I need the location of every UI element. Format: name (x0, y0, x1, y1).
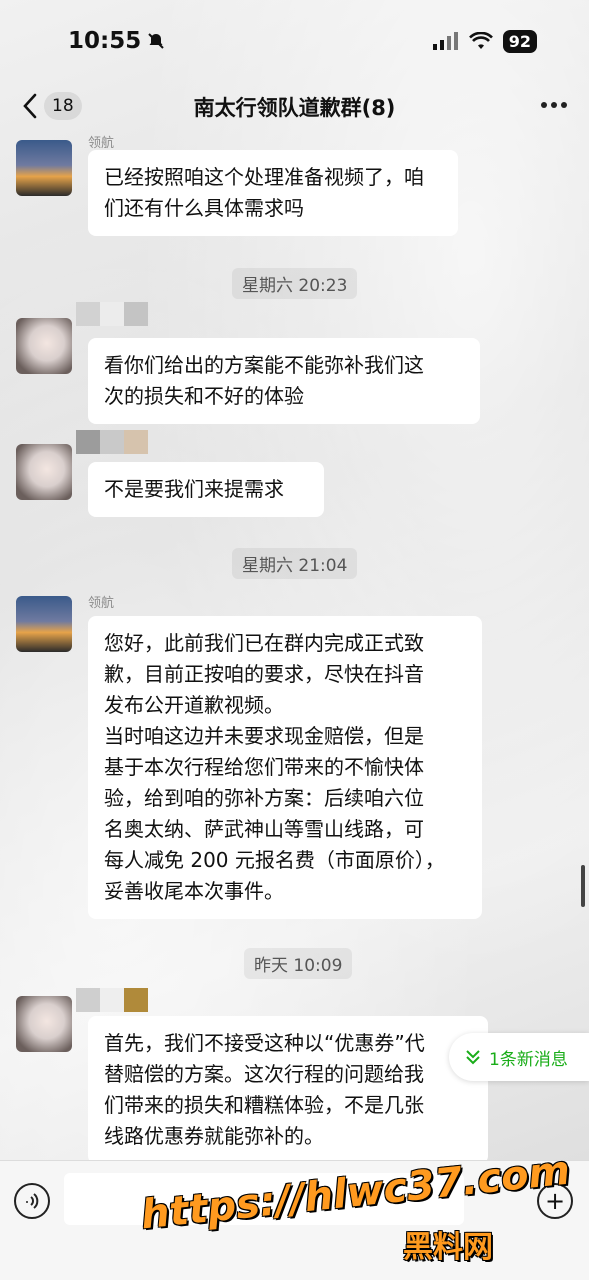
status-time: 10:55 (68, 28, 165, 54)
message-line: 歉，目前正按咱的要求，尽快在抖音 (104, 662, 424, 686)
time-divider: 星期六 21:04 (232, 548, 358, 579)
time-divider: 昨天 10:09 (244, 948, 353, 979)
message-line: 线路优惠券就能弥补的。 (104, 1124, 324, 1148)
redacted-sender-name (76, 988, 148, 1012)
avatar[interactable] (16, 140, 72, 196)
voice-input-button[interactable] (14, 1183, 50, 1219)
wifi-icon (468, 32, 493, 49)
message-line: 不是要我们来提需求 (104, 477, 284, 501)
message-line: 们带来的损失和糟糕体验，不是几张 (104, 1093, 424, 1117)
message-line: 基于本次行程给您们带来的不愉快体 (104, 755, 424, 779)
message-bubble[interactable]: 看你们给出的方案能不能弥补我们这 次的损失和不好的体验 (88, 338, 480, 424)
clock: 10:55 (68, 28, 142, 54)
chat-header: 18 南太行领队道歉群(8) (0, 82, 589, 130)
mute-bell-icon (148, 33, 164, 49)
message-line: 替赔偿的方案。这次行程的问题给我 (104, 1062, 424, 1086)
new-messages-button[interactable]: 1条新消息 (449, 1033, 589, 1081)
avatar[interactable] (16, 596, 72, 652)
message-line: 当时咱这边并未要求现金赔偿，但是 (104, 724, 424, 748)
signal-icon (432, 32, 458, 50)
message-line: 妥善收尾本次事件。 (104, 879, 284, 903)
message-bubble[interactable]: 首先，我们不接受这种以“优惠券”代 替赔偿的方案。这次行程的问题给我 们带来的损… (88, 1016, 488, 1160)
more-options-icon[interactable] (541, 102, 567, 108)
new-messages-label: 1条新消息 (489, 1049, 568, 1070)
avatar[interactable] (16, 996, 72, 1052)
avatar[interactable] (16, 444, 72, 500)
sender-name: 领航 (88, 136, 115, 151)
status-icons: 92 (432, 29, 537, 53)
chat-title: 南太行领队道歉群(8) (193, 96, 396, 120)
message-line: 名奥太纳、萨武神山等雪山线路，可 (104, 817, 424, 841)
message-line: 首先，我们不接受这种以“优惠券”代 (104, 1031, 425, 1055)
message-bubble[interactable]: 不是要我们来提需求 (88, 462, 324, 517)
sender-name: 领航 (88, 596, 115, 611)
battery-indicator: 92 (502, 29, 537, 53)
status-bar: 10:55 92 (0, 0, 589, 82)
message-line: 们还有什么具体需求吗 (104, 196, 304, 220)
time-divider: 星期六 20:23 (232, 268, 358, 299)
message-line: 验，给到咱的弥补方案：后续咱六位 (104, 786, 424, 810)
message-bubble[interactable]: 您好，此前我们已在群内完成正式致 歉，目前正按咱的要求，尽快在抖音 发布公开道歉… (88, 616, 482, 919)
message-line: 次的损失和不好的体验 (104, 384, 304, 408)
double-chevron-down-icon (466, 1050, 480, 1065)
voice-icon (26, 1193, 39, 1209)
message-line: 已经按照咱这个处理准备视频了，咱 (104, 165, 424, 189)
message-line: 看你们给出的方案能不能弥补我们这 (104, 353, 424, 377)
redacted-sender-name (76, 430, 148, 454)
message-list[interactable]: 领航 已经按照咱这个处理准备视频了，咱 们还有什么具体需求吗 星期六 20:23… (0, 130, 589, 1160)
avatar[interactable] (16, 318, 72, 374)
scrollbar[interactable] (581, 865, 585, 907)
watermark-name: 黑料网 (403, 1230, 493, 1265)
redacted-sender-name (76, 302, 148, 326)
message-bubble[interactable]: 已经按照咱这个处理准备视频了，咱 们还有什么具体需求吗 (88, 150, 458, 236)
message-line: 发布公开道歉视频。 (104, 693, 284, 717)
message-line: 您好，此前我们已在群内完成正式致 (104, 631, 424, 655)
message-line: 每人减免 200 元报名费（市面原价）， (104, 848, 445, 872)
